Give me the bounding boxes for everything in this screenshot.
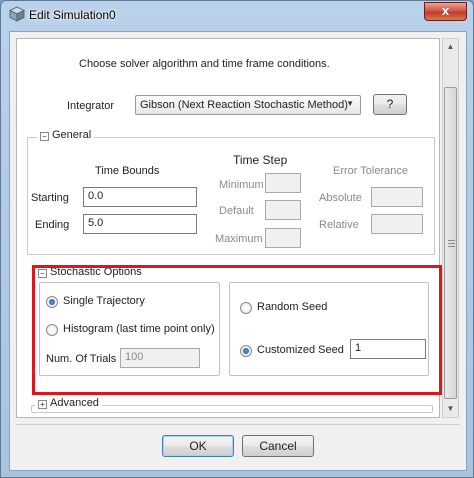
num-trials-input[interactable]: 100 — [120, 348, 200, 368]
seed-value-input[interactable]: 1 — [350, 339, 426, 359]
ok-button-label: OK — [189, 439, 207, 453]
time-bounds-title: Time Bounds — [95, 165, 160, 177]
integrator-selected-value: Gibson (Next Reaction Stochastic Method) — [140, 99, 348, 111]
advanced-legend-label: Advanced — [50, 397, 99, 409]
single-trajectory-label[interactable]: Single Trajectory — [63, 295, 145, 307]
random-seed-radio[interactable] — [240, 302, 252, 314]
title-bar[interactable]: Edit Simulation0 x — [1, 1, 473, 29]
window-title: Edit Simulation0 — [29, 8, 116, 22]
app-cube-icon — [9, 6, 25, 22]
stochastic-options-legend[interactable]: − Stochastic Options — [35, 266, 145, 278]
random-seed-label[interactable]: Random Seed — [257, 301, 327, 313]
integrator-info-button[interactable]: ? — [373, 94, 407, 115]
absolute-tolerance-input[interactable] — [371, 187, 423, 207]
chevron-down-icon: ▼ — [346, 99, 354, 108]
scrollable-content-panel: Choose solver algorithm and time frame c… — [16, 38, 442, 418]
seed-panel: Random Seed Customized Seed 1 — [229, 282, 429, 376]
maximum-step-input[interactable] — [265, 228, 301, 248]
cancel-button-label: Cancel — [259, 439, 297, 453]
advanced-legend[interactable]: + Advanced — [35, 397, 102, 409]
customized-seed-radio[interactable] — [240, 345, 252, 357]
ok-button[interactable]: OK — [162, 435, 234, 457]
ending-time-input[interactable]: 5.0 — [83, 214, 197, 234]
maximum-label: Maximum — [215, 233, 263, 245]
trajectory-panel: Single Trajectory Histogram (last time p… — [39, 282, 220, 376]
close-button[interactable]: x — [424, 2, 467, 21]
histogram-label[interactable]: Histogram (last time point only) — [63, 323, 215, 335]
expand-plus-icon[interactable]: + — [38, 400, 47, 409]
cancel-button[interactable]: Cancel — [242, 435, 314, 457]
error-tolerance-title: Error Tolerance — [333, 165, 408, 177]
grip-line — [448, 246, 455, 247]
minimum-label: Minimum — [219, 179, 264, 191]
relative-label: Relative — [319, 219, 359, 231]
time-step-title: Time Step — [233, 153, 288, 167]
dialog-client-area: Choose solver algorithm and time frame c… — [9, 31, 467, 471]
button-bar-divider — [16, 424, 460, 425]
intro-text: Choose solver algorithm and time frame c… — [79, 58, 330, 70]
integrator-select[interactable]: Gibson (Next Reaction Stochastic Method)… — [135, 95, 361, 115]
absolute-label: Absolute — [319, 192, 362, 204]
grip-line — [448, 243, 455, 244]
scroll-down-icon[interactable]: ▼ — [443, 401, 458, 417]
collapse-minus-icon[interactable]: − — [38, 269, 47, 278]
scrollbar-thumb[interactable] — [444, 87, 457, 399]
vertical-scrollbar[interactable]: ▲ ▼ — [442, 38, 459, 418]
starting-label: Starting — [31, 192, 69, 204]
num-trials-label: Num. Of Trials — [46, 353, 117, 365]
default-label: Default — [219, 205, 254, 217]
general-legend[interactable]: − General — [37, 129, 95, 141]
close-icon: x — [441, 3, 450, 18]
ending-label: Ending — [35, 219, 70, 231]
grip-line — [448, 240, 455, 241]
integrator-label: Integrator — [67, 100, 115, 112]
integrator-info-label: ? — [386, 97, 394, 111]
scroll-up-icon[interactable]: ▲ — [443, 39, 458, 55]
histogram-radio[interactable] — [46, 324, 58, 336]
collapse-minus-icon[interactable]: − — [40, 132, 49, 141]
general-legend-label: General — [52, 129, 92, 141]
minimum-step-input[interactable] — [265, 173, 301, 193]
single-trajectory-radio[interactable] — [46, 296, 58, 308]
dialog-window: Edit Simulation0 x Choose solver algorit… — [0, 0, 474, 478]
default-step-input[interactable] — [265, 200, 301, 220]
stochastic-options-legend-label: Stochastic Options — [50, 266, 142, 278]
customized-seed-label[interactable]: Customized Seed — [257, 344, 344, 356]
starting-time-input[interactable]: 0.0 — [83, 187, 197, 207]
relative-tolerance-input[interactable] — [371, 214, 423, 234]
